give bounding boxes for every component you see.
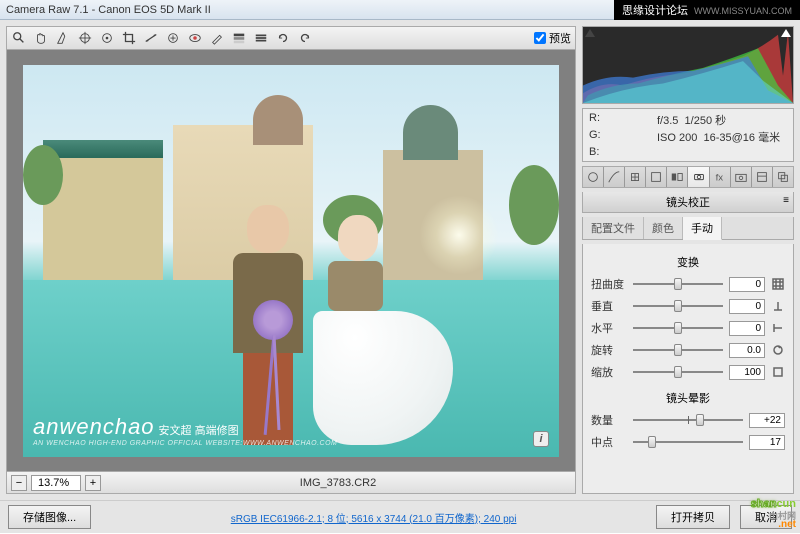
tab-presets[interactable] [752, 167, 773, 187]
workflow-link[interactable]: sRGB IEC61966-2.1; 8 位; 5616 x 3744 (21.… [101, 510, 646, 525]
tab-hsl[interactable] [646, 167, 667, 187]
image-viewport[interactable]: anwenchao安文超 高端修图 AN WENCHAO HIGH-END GR… [6, 50, 576, 472]
slider-horizontal-value[interactable]: 0 [729, 321, 765, 336]
slider-amount: 数量 +22 [591, 412, 785, 428]
tab-camera[interactable] [731, 167, 752, 187]
lens-subtabs: 配置文件 颜色 手动 [582, 217, 794, 240]
subtab-color[interactable]: 颜色 [644, 217, 683, 239]
graduated-filter-icon[interactable] [231, 30, 247, 46]
slider-rotate-value[interactable]: 0.0 [729, 343, 765, 358]
save-image-button[interactable]: 存储图像... [8, 505, 91, 529]
slider-distortion-track[interactable] [633, 277, 723, 291]
slider-scale-track[interactable] [633, 365, 723, 379]
slider-horizontal: 水平 0 [591, 320, 785, 336]
shadow-clip-icon[interactable] [585, 29, 595, 37]
main-area: 预览 anwenchao安文超 高端修图 AN WENCHAO HIGH-END… [0, 20, 800, 500]
rotate-ccw-icon[interactable] [275, 30, 291, 46]
footer: 存储图像... sRGB IEC61966-2.1; 8 位; 5616 x 3… [0, 500, 800, 533]
panel-tabs: fx [582, 166, 794, 188]
white-balance-icon[interactable] [55, 30, 71, 46]
status-bar: − 13.7% + IMG_3783.CR2 [6, 472, 576, 494]
slider-rotate: 旋转 0.0 [591, 342, 785, 358]
color-sampler-icon[interactable] [77, 30, 93, 46]
slider-amount-track[interactable] [633, 413, 743, 427]
highlight-clip-icon[interactable] [781, 29, 791, 37]
slider-scale-value[interactable]: 100 [729, 365, 765, 380]
panel-title: 镜头校正 ≡ [582, 192, 794, 213]
targeted-adjust-icon[interactable] [99, 30, 115, 46]
tab-split[interactable] [667, 167, 688, 187]
zoom-out-button[interactable]: − [11, 475, 27, 491]
tab-snapshots[interactable] [773, 167, 793, 187]
panel-menu-icon[interactable]: ≡ [783, 195, 789, 206]
histogram[interactable] [582, 26, 794, 104]
slider-horizontal-track[interactable] [633, 321, 723, 335]
adjustment-brush-icon[interactable] [209, 30, 225, 46]
crop-icon[interactable] [121, 30, 137, 46]
spot-removal-icon[interactable] [165, 30, 181, 46]
slider-amount-value[interactable]: +22 [749, 413, 785, 428]
zoom-in-button[interactable]: + [85, 475, 101, 491]
slider-rotate-track[interactable] [633, 343, 723, 357]
slider-distortion: 扭曲度 0 [591, 276, 785, 292]
forum-watermark: 思缘设计论坛WWW.MISSYUAN.COM [614, 0, 800, 20]
slider-midpoint-value[interactable]: 17 [749, 435, 785, 450]
reset-icon[interactable] [771, 299, 785, 313]
section-transform: 变换 [591, 254, 785, 270]
slider-vertical-track[interactable] [633, 299, 723, 313]
window-title: Camera Raw 7.1 - Canon EOS 5D Mark II [6, 4, 211, 16]
right-panel: R:f/3.5 1/250 秒 G:ISO 200 16-35@16 毫米 B:… [582, 20, 800, 500]
subtab-manual[interactable]: 手动 [683, 217, 722, 240]
reset-icon[interactable] [771, 321, 785, 335]
reset-icon[interactable] [771, 343, 785, 357]
tab-lens[interactable] [688, 167, 709, 187]
slider-vertical-value[interactable]: 0 [729, 299, 765, 314]
panel-body: 变换 扭曲度 0 垂直 0 水平 0 旋转 0 [582, 244, 794, 494]
prefs-icon[interactable] [253, 30, 269, 46]
slider-midpoint: 中点 17 [591, 434, 785, 450]
reset-icon[interactable] [771, 365, 785, 379]
left-pane: 预览 anwenchao安文超 高端修图 AN WENCHAO HIGH-END… [0, 20, 582, 500]
slider-distortion-value[interactable]: 0 [729, 277, 765, 292]
hand-tool-icon[interactable] [33, 30, 49, 46]
info-icon[interactable]: i [533, 431, 549, 447]
toolbar: 预览 [6, 26, 576, 50]
rotate-cw-icon[interactable] [297, 30, 313, 46]
grid-icon[interactable] [771, 277, 785, 291]
tab-basic[interactable] [583, 167, 604, 187]
filename-label: IMG_3783.CR2 [105, 477, 571, 489]
section-vignette: 镜头晕影 [591, 390, 785, 406]
open-copy-button[interactable]: 打开拷贝 [656, 505, 730, 529]
tab-fx[interactable]: fx [710, 167, 731, 187]
straighten-icon[interactable] [143, 30, 159, 46]
slider-scale: 缩放 100 [591, 364, 785, 380]
tab-detail[interactable] [625, 167, 646, 187]
subtab-profile[interactable]: 配置文件 [583, 217, 644, 239]
photo-watermark: anwenchao安文超 高端修图 AN WENCHAO HIGH-END GR… [33, 414, 337, 447]
zoom-tool-icon[interactable] [11, 30, 27, 46]
red-eye-icon[interactable] [187, 30, 203, 46]
zoom-level[interactable]: 13.7% [31, 475, 81, 491]
tab-curve[interactable] [604, 167, 625, 187]
slider-midpoint-track[interactable] [633, 435, 743, 449]
preview-checkbox[interactable] [534, 32, 546, 44]
preview-toggle[interactable]: 预览 [534, 30, 571, 46]
metadata-box: R:f/3.5 1/250 秒 G:ISO 200 16-35@16 毫米 B: [582, 108, 794, 162]
photo-preview: anwenchao安文超 高端修图 AN WENCHAO HIGH-END GR… [23, 65, 559, 457]
slider-vertical: 垂直 0 [591, 298, 785, 314]
svg-text:fx: fx [715, 173, 723, 184]
shancun-watermark: shancun 山村网 .net [751, 491, 796, 530]
